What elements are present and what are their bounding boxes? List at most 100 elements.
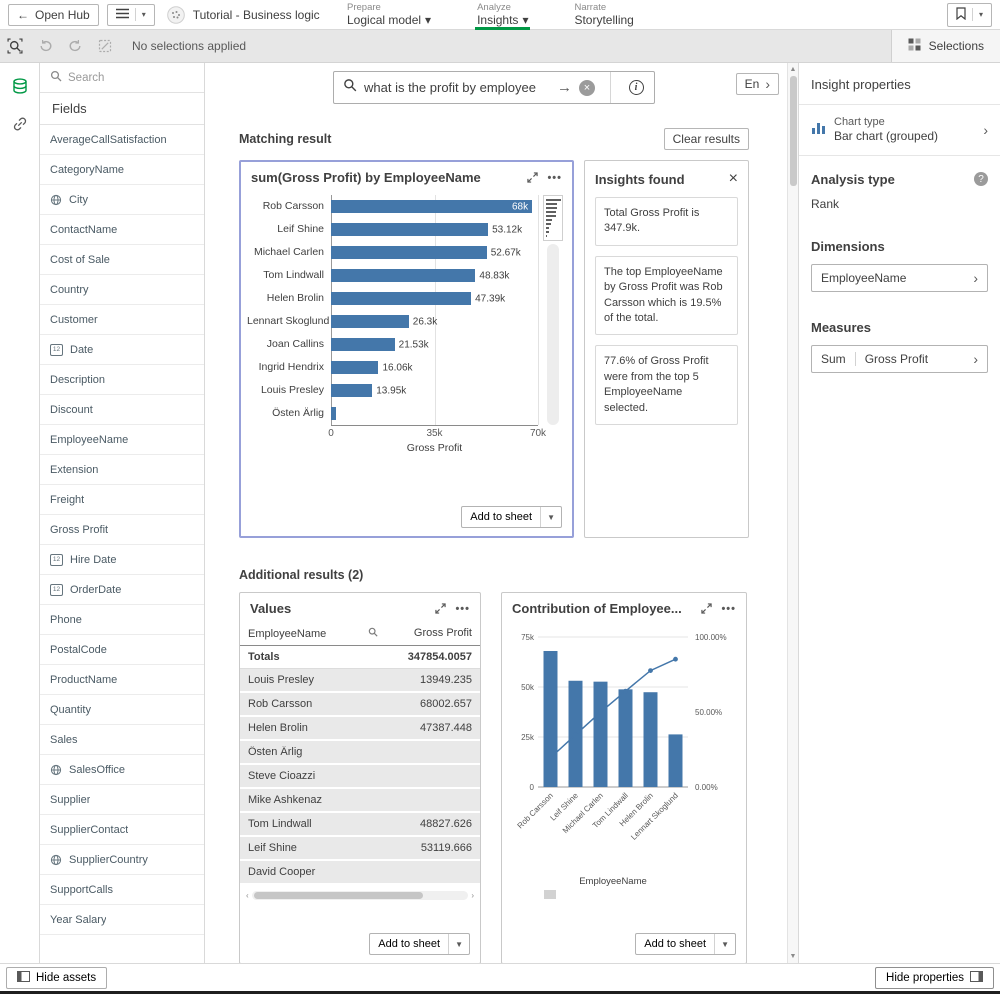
insight-text-card[interactable]: Total Gross Profit is 347.9k.: [595, 197, 738, 246]
step-forward-button[interactable]: [60, 30, 90, 63]
language-button[interactable]: En ›: [736, 73, 779, 95]
bar[interactable]: [331, 384, 372, 397]
table-row[interactable]: Rob Carsson68002.657: [240, 693, 480, 717]
field-item[interactable]: 12Hire Date: [40, 545, 204, 575]
insight-text-card[interactable]: The top EmployeeName by Gross Profit was…: [595, 256, 738, 336]
bar-row[interactable]: [331, 402, 538, 425]
open-hub-button[interactable]: ← Open Hub: [8, 4, 99, 26]
bar[interactable]: [331, 246, 487, 259]
field-item[interactable]: Quantity: [40, 695, 204, 725]
field-item[interactable]: ProductName: [40, 665, 204, 695]
nav-narrate[interactable]: Narrate Storytelling: [572, 0, 635, 30]
expand-icon[interactable]: [701, 603, 712, 614]
field-item[interactable]: CategoryName: [40, 155, 204, 185]
bar-row[interactable]: 53.12k: [331, 218, 538, 241]
step-back-button[interactable]: [30, 30, 60, 63]
scrollbar-thumb[interactable]: [790, 76, 797, 186]
field-item[interactable]: Freight: [40, 485, 204, 515]
chart-mini-navigator[interactable]: [543, 195, 563, 241]
bar[interactable]: [331, 292, 471, 305]
help-icon[interactable]: ?: [974, 172, 988, 186]
expand-icon[interactable]: [435, 603, 446, 614]
field-item[interactable]: SupplierContact: [40, 815, 204, 845]
field-item[interactable]: EmployeeName: [40, 425, 204, 455]
scroll-right-arrow[interactable]: ›: [471, 891, 474, 900]
clear-selections-button[interactable]: [90, 30, 120, 63]
insight-search-box[interactable]: → × i: [333, 71, 655, 104]
smart-search-button[interactable]: [0, 30, 30, 63]
column-search-icon[interactable]: [368, 627, 378, 640]
close-icon[interactable]: ×: [729, 171, 738, 187]
scroll-down-arrow[interactable]: ▼: [790, 950, 797, 963]
field-item[interactable]: SalesOffice: [40, 755, 204, 785]
bar[interactable]: [331, 407, 336, 420]
field-item[interactable]: Customer: [40, 305, 204, 335]
combo-chart-svg[interactable]: 025k50k75k0.00%50.00%100.00%Rob CarssonL…: [508, 622, 740, 890]
bar-row[interactable]: 47.39k: [331, 287, 538, 310]
field-item[interactable]: Description: [40, 365, 204, 395]
field-item[interactable]: PostalCode: [40, 635, 204, 665]
values-table-card[interactable]: Values ••• EmployeeName Gross Profit: [239, 592, 481, 963]
table-row[interactable]: Leif Shine53119.666: [240, 837, 480, 861]
add-to-sheet-button[interactable]: Add to sheet ▼: [461, 506, 562, 528]
table-cell-name[interactable]: Tom Lindwall: [248, 818, 378, 830]
contribution-chart-card[interactable]: Contribution of Employee... ••• 025k50k7…: [501, 592, 747, 963]
bar[interactable]: [331, 315, 409, 328]
bar-row[interactable]: 13.95k: [331, 379, 538, 402]
measure-item[interactable]: Sum Gross Profit ›: [811, 345, 988, 373]
table-cell-name[interactable]: Helen Brolin: [248, 722, 378, 734]
more-menu-icon[interactable]: •••: [547, 172, 562, 184]
data-assets-rail-button[interactable]: [0, 67, 40, 105]
column-header[interactable]: Gross Profit: [378, 627, 472, 640]
field-item[interactable]: SupplierCountry: [40, 845, 204, 875]
selections-tool-button[interactable]: Selections: [891, 30, 1000, 62]
links-rail-button[interactable]: [0, 105, 40, 143]
nav-prepare[interactable]: Prepare Logical model▾: [345, 0, 433, 30]
global-menu-button[interactable]: ▾: [107, 4, 155, 26]
bar-row[interactable]: 52.67k: [331, 241, 538, 264]
column-header[interactable]: EmployeeName: [248, 628, 326, 640]
scroll-left-arrow[interactable]: ‹: [246, 891, 249, 900]
field-item[interactable]: ContactName: [40, 215, 204, 245]
fields-search[interactable]: [40, 63, 204, 93]
horizontal-scrollbar[interactable]: ‹ ›: [246, 889, 474, 901]
bar-row[interactable]: 16.06k: [331, 356, 538, 379]
table-cell-name[interactable]: Louis Presley: [248, 674, 378, 686]
combo-chart[interactable]: 025k50k75k0.00%50.00%100.00%Rob CarssonL…: [502, 622, 746, 890]
add-to-sheet-button[interactable]: Add to sheet ▼: [635, 933, 736, 955]
more-menu-icon[interactable]: •••: [455, 603, 470, 615]
insight-text-card[interactable]: 77.6% of Gross Profit were from the top …: [595, 345, 738, 425]
field-item[interactable]: Sales: [40, 725, 204, 755]
scroll-up-arrow[interactable]: ▲: [790, 63, 797, 76]
table-cell-name[interactable]: Östen Ärlig: [248, 746, 378, 758]
submit-arrow-icon[interactable]: →: [557, 79, 572, 96]
scrollbar-track[interactable]: [252, 891, 469, 900]
bar-row[interactable]: 48.83k: [331, 264, 538, 287]
table-cell-name[interactable]: Rob Carsson: [248, 698, 378, 710]
chart-scrollbar-track[interactable]: [547, 244, 559, 425]
field-item[interactable]: Discount: [40, 395, 204, 425]
hide-properties-button[interactable]: Hide properties: [875, 967, 994, 989]
field-item[interactable]: Phone: [40, 605, 204, 635]
bar-row[interactable]: 68k: [331, 195, 538, 218]
fields-tab[interactable]: Fields: [40, 93, 204, 125]
hide-assets-button[interactable]: Hide assets: [6, 967, 107, 989]
more-menu-icon[interactable]: •••: [721, 603, 736, 615]
bookmarks-button[interactable]: ▾: [947, 3, 992, 27]
table-cell-name[interactable]: David Cooper: [248, 866, 378, 878]
table-row[interactable]: Tom Lindwall48827.626: [240, 813, 480, 837]
info-button[interactable]: i: [618, 72, 654, 103]
scrollbar-thumb[interactable]: [254, 892, 423, 899]
table-row[interactable]: Helen Brolin47387.448: [240, 717, 480, 741]
field-item[interactable]: AverageCallSatisfaction: [40, 125, 204, 155]
bar[interactable]: [331, 338, 395, 351]
bar-row[interactable]: 21.53k: [331, 333, 538, 356]
table-row[interactable]: Steve Cioazzi: [240, 765, 480, 789]
field-item[interactable]: City: [40, 185, 204, 215]
bar[interactable]: [331, 269, 475, 282]
nav-analyze[interactable]: Analyze Insights▾: [475, 0, 530, 30]
table-row[interactable]: David Cooper: [240, 861, 480, 885]
bar[interactable]: [331, 361, 378, 374]
expand-icon[interactable]: [527, 172, 538, 183]
table-cell-name[interactable]: Mike Ashkenaz: [248, 794, 378, 806]
